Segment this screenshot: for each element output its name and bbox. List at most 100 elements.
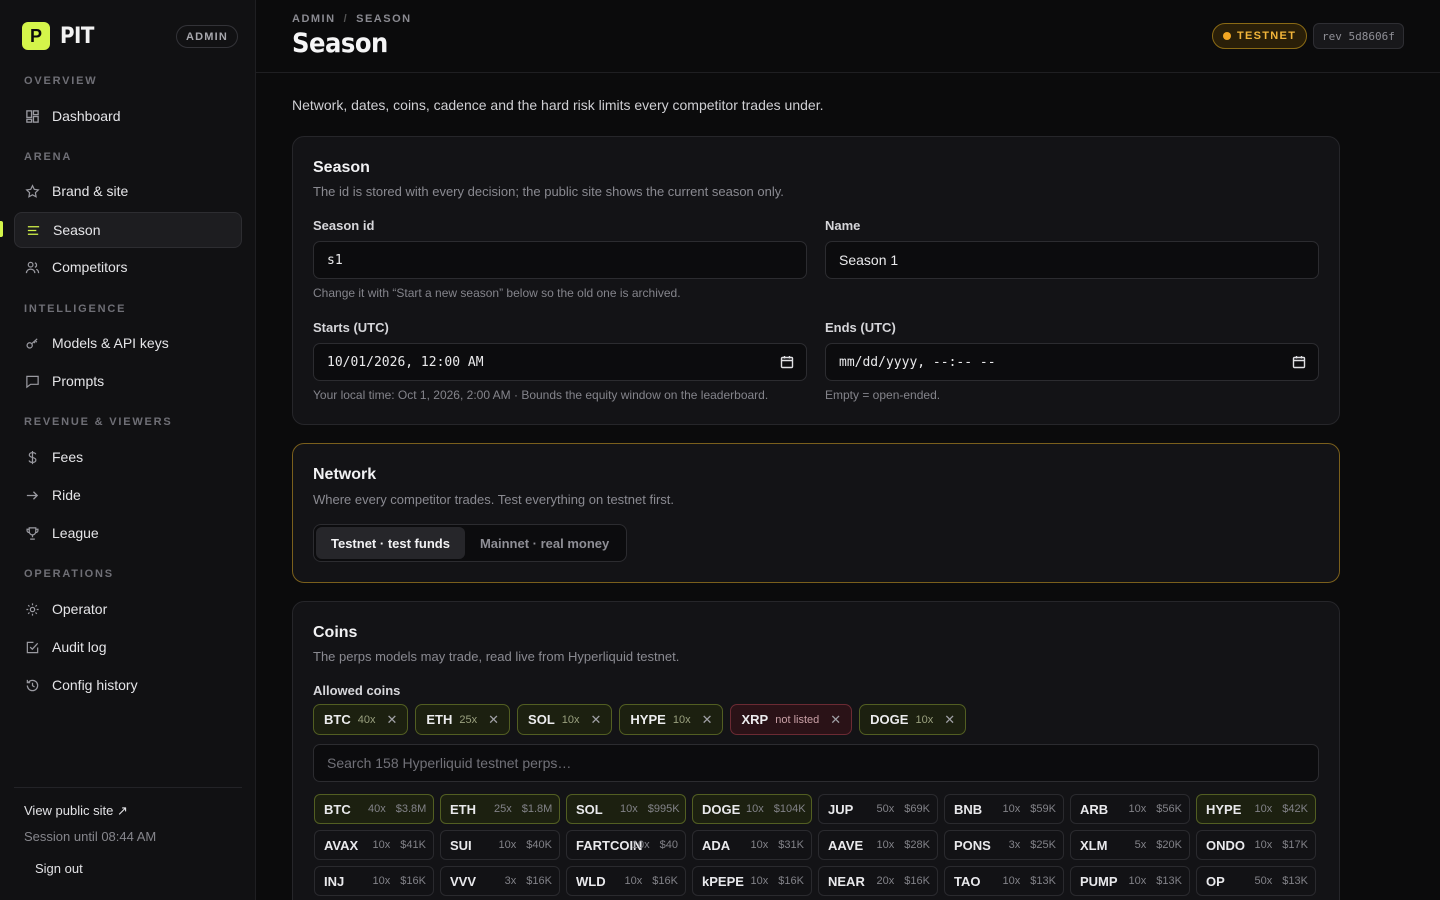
perp-option[interactable]: INJ 10x $16K (314, 866, 434, 896)
perp-leverage: 10x (372, 875, 391, 887)
page-header: ADMIN / SEASON Season TESTNET rev 5d8606… (256, 0, 1440, 73)
sidebar-item-competitors[interactable]: Competitors (14, 249, 242, 285)
remove-coin-icon[interactable]: ✕ (702, 712, 713, 728)
nav-section-operations: OPERATIONS (24, 568, 114, 580)
season-name-label: Name (825, 218, 861, 233)
perp-option[interactable]: ARB 10x $56K (1070, 794, 1190, 824)
sidebar-item-label: Season (53, 222, 101, 238)
sidebar-item-label: Prompts (52, 373, 105, 389)
perp-option[interactable]: BTC 40x $3.8M (314, 794, 434, 824)
brand[interactable]: P PIT (22, 22, 94, 50)
remove-coin-icon[interactable]: ✕ (830, 712, 841, 728)
history-icon (24, 677, 40, 693)
sidebar-item-fees[interactable]: Fees (14, 439, 242, 475)
perp-option[interactable]: AAVE 10x $28K (818, 830, 938, 860)
perp-option[interactable]: NEAR 20x $16K (818, 866, 938, 896)
perp-volume: $20K (1156, 839, 1182, 851)
calendar-icon[interactable] (780, 355, 794, 369)
perp-option[interactable]: ETH 25x $1.8M (440, 794, 560, 824)
perp-option[interactable]: PONS 3x $25K (944, 830, 1064, 860)
perp-option[interactable]: FARTCOIN 10x $40 (566, 830, 686, 860)
perp-option[interactable]: ADA 10x $31K (692, 830, 812, 860)
sidebar-item-season[interactable]: Season (14, 212, 242, 248)
perp-option[interactable]: SUI 10x $40K (440, 830, 560, 860)
ends-datetime-input[interactable]: mm/dd/yyyy, --:-- -- (825, 343, 1319, 381)
season-id-input[interactable]: s1 (313, 241, 807, 279)
perp-option[interactable]: BNB 10x $59K (944, 794, 1064, 824)
season-card-subtitle: The id is stored with every decision; th… (313, 184, 784, 199)
perp-option[interactable]: WLD 10x $16K (566, 866, 686, 896)
nav-section-overview: OVERVIEW (24, 75, 98, 87)
perp-volume: $16K (526, 875, 552, 887)
season-name-input[interactable]: Season 1 (825, 241, 1319, 279)
allowed-coin-chip: BTC 40x ✕ (313, 704, 409, 735)
sidebar-item-operator[interactable]: Operator (14, 591, 242, 627)
perp-volume: $69K (904, 803, 930, 815)
perp-symbol: HYPE (1206, 801, 1242, 817)
remove-coin-icon[interactable]: ✕ (386, 712, 397, 728)
sidebar-item-label: Audit log (52, 639, 107, 655)
starts-label: Starts (UTC) (313, 320, 389, 335)
perps-search-input[interactable]: Search 158 Hyperliquid testnet perps… (313, 744, 1319, 782)
breadcrumb-admin[interactable]: ADMIN (292, 13, 336, 25)
perp-symbol: INJ (324, 873, 345, 889)
perp-leverage: 10x (876, 839, 895, 851)
perp-option[interactable]: ONDO 10x $17K (1196, 830, 1316, 860)
perp-symbol: SOL (576, 801, 603, 817)
perp-leverage: 10x (750, 839, 769, 851)
sidebar-item-ride[interactable]: Ride (14, 477, 242, 513)
remove-coin-icon[interactable]: ✕ (488, 712, 499, 728)
sidebar-item-config-history[interactable]: Config history (14, 667, 242, 703)
sidebar-item-models[interactable]: Models & API keys (14, 325, 242, 361)
allowed-coins-label: Allowed coins (313, 683, 401, 698)
perp-option[interactable]: DOGE 10x $104K (692, 794, 812, 824)
perp-volume: $13K (1282, 875, 1308, 887)
season-id-label: Season id (313, 218, 375, 233)
remove-coin-icon[interactable]: ✕ (944, 712, 955, 728)
arrow-right-icon (24, 487, 40, 503)
calendar-icon[interactable] (1292, 355, 1306, 369)
perp-option[interactable]: TAO 10x $13K (944, 866, 1064, 896)
ends-hint: Empty = open-ended. (825, 388, 941, 402)
nav-section-intelligence: INTELLIGENCE (24, 303, 127, 315)
perp-leverage: 10x (1128, 875, 1147, 887)
perp-volume: $995K (647, 803, 680, 815)
perp-symbol: DOGE (702, 801, 741, 817)
nav-section-arena: ARENA (24, 151, 73, 163)
perp-symbol: BTC (324, 801, 351, 817)
remove-coin-icon[interactable]: ✕ (591, 712, 602, 728)
perp-symbol: PUMP (1080, 873, 1118, 889)
users-icon (24, 259, 40, 275)
sidebar-item-label: League (52, 525, 99, 541)
perp-option[interactable]: PUMP 10x $13K (1070, 866, 1190, 896)
mainnet-option[interactable]: Mainnet · real money (465, 527, 624, 559)
perp-option[interactable]: OP 50x $13K (1196, 866, 1316, 896)
coin-symbol: HYPE (630, 712, 666, 727)
sidebar-item-label: Dashboard (52, 108, 121, 124)
sidebar-item-audit[interactable]: Audit log (14, 629, 242, 665)
perp-option[interactable]: kPEPE 10x $16K (692, 866, 812, 896)
perp-option[interactable]: SOL 10x $995K (566, 794, 686, 824)
perp-leverage: 50x (876, 803, 895, 815)
sidebar-item-brand[interactable]: Brand & site (14, 173, 242, 209)
perp-option[interactable]: JUP 50x $69K (818, 794, 938, 824)
status-dot-icon (1223, 32, 1231, 40)
perp-volume: $104K (773, 803, 806, 815)
sidebar-item-prompts[interactable]: Prompts (14, 363, 242, 399)
view-public-site-link[interactable]: View public site ↗ (24, 803, 128, 819)
perp-option[interactable]: HYPE 10x $42K (1196, 794, 1316, 824)
perp-volume: $28K (904, 839, 930, 851)
testnet-option[interactable]: Testnet · test funds (316, 527, 465, 559)
perp-symbol: VVV (450, 873, 477, 889)
perp-symbol: FARTCOIN (576, 837, 643, 853)
sidebar-item-dashboard[interactable]: Dashboard (14, 98, 242, 134)
perp-leverage: 10x (746, 803, 764, 815)
sign-out-button[interactable]: Sign out (35, 861, 83, 876)
perp-volume: $59K (1030, 803, 1056, 815)
perp-option[interactable]: XLM 5x $20K (1070, 830, 1190, 860)
perp-option[interactable]: VVV 3x $16K (440, 866, 560, 896)
sidebar-item-league[interactable]: League (14, 515, 242, 551)
starts-datetime-input[interactable]: 10/01/2026, 12:00 AM (313, 343, 807, 381)
perp-option[interactable]: AVAX 10x $41K (314, 830, 434, 860)
dollar-icon (24, 449, 40, 465)
